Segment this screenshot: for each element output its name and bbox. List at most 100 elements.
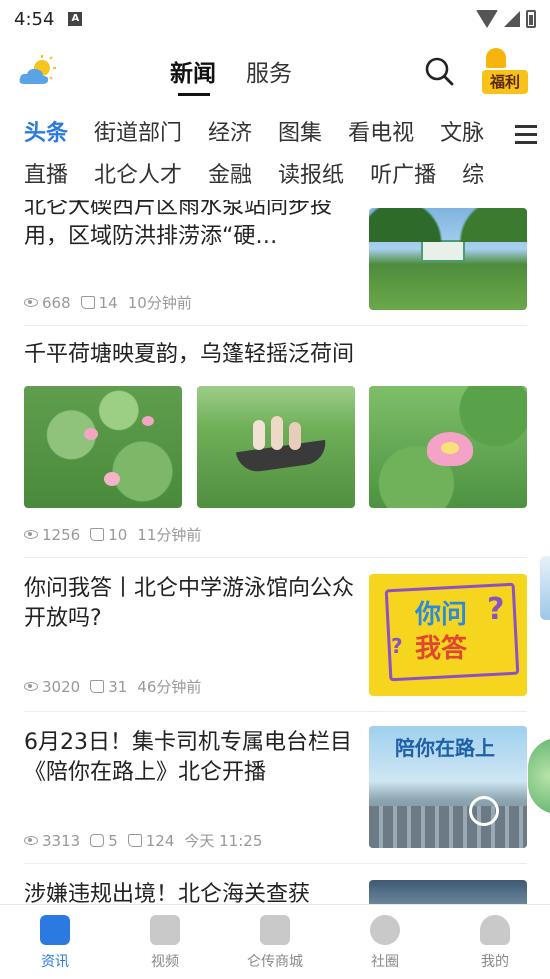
app-header: 新闻 服务 福利: [0, 44, 550, 100]
gift-bag-icon: [486, 48, 506, 68]
news-item[interactable]: 涉嫌违规出境！北仑海关查获: [24, 864, 527, 904]
battery-icon: [526, 10, 536, 28]
nav-video[interactable]: 视频: [110, 905, 220, 979]
wifi-icon: [476, 10, 498, 28]
category-tab[interactable]: 北仑人才: [94, 156, 182, 198]
nav-mall[interactable]: 仑传商城: [220, 905, 330, 979]
search-icon[interactable]: [424, 56, 454, 86]
notification-a-icon: A: [68, 12, 83, 26]
like-icon[interactable]: [127, 834, 142, 847]
category-tab[interactable]: 金融: [208, 156, 252, 198]
top-tabs: 新闻 服务: [170, 54, 292, 96]
news-thumbnail[interactable]: 陪你在路上: [369, 726, 527, 848]
image-text: 你问: [415, 600, 468, 630]
nav-label: 社圈: [371, 954, 399, 970]
like-count: 124: [145, 831, 175, 850]
nav-label: 视频: [151, 954, 179, 970]
status-bar: 4:54 A: [0, 0, 550, 38]
like-icon[interactable]: [90, 528, 105, 541]
news-item[interactable]: 你问我答丨北仑中学游泳馆向公众开放吗? 你问 ? ? 我答 3020 31 46…: [24, 558, 527, 712]
news-item[interactable]: 6月23日！集卡司机专属电台栏目《陪你在路上》北仑开播 陪你在路上 3313 5…: [24, 712, 527, 864]
news-thumbnail[interactable]: [369, 208, 527, 310]
category-tab[interactable]: 直播: [24, 156, 68, 198]
views-icon: [24, 836, 38, 845]
welfare-label: 福利: [482, 70, 528, 94]
like-count: 14: [98, 293, 118, 312]
like-count: 31: [108, 677, 128, 696]
news-title[interactable]: 6月23日！集卡司机专属电台栏目《陪你在路上》北仑开播: [24, 728, 354, 788]
news-meta: 3313 5 124 今天 11:25: [24, 830, 262, 851]
nav-news[interactable]: 资讯: [0, 905, 110, 979]
publish-time: 今天 11:25: [184, 832, 263, 850]
image-text: ?: [487, 592, 505, 627]
news-item[interactable]: 千平荷塘映夏韵，乌篷轻摇泛荷间 1256 10 11分钟前: [24, 326, 527, 558]
menu-icon-bar: [515, 124, 537, 128]
news-meta: 668 14 10分钟前: [24, 292, 192, 313]
publish-time: 46分钟前: [137, 678, 202, 696]
nav-community[interactable]: 社圈: [330, 905, 440, 979]
nav-label: 我的: [481, 954, 509, 970]
community-icon: [370, 915, 400, 945]
view-count: 668: [42, 293, 71, 312]
like-count: 10: [108, 525, 128, 544]
nav-label: 仑传商城: [247, 954, 303, 970]
news-thumbnail[interactable]: [369, 880, 527, 904]
nav-profile[interactable]: 我的: [440, 905, 550, 979]
comment-count: 5: [108, 831, 118, 850]
like-icon[interactable]: [90, 680, 105, 693]
news-feed[interactable]: 北仑大碶西片区雨水泵站同步投用，区域防洪排涝添“硬… 668 14 10分钟前 …: [0, 200, 550, 904]
category-tab[interactable]: 图集: [278, 114, 322, 156]
bottom-nav: 资讯 视频 仑传商城 社圈 我的: [0, 904, 550, 979]
status-time: 4:54: [14, 8, 55, 30]
gallery-image[interactable]: [369, 386, 527, 508]
category-tab[interactable]: 听广播: [370, 156, 436, 198]
floating-widget[interactable]: [540, 556, 550, 620]
news-title[interactable]: 北仑大碶西片区雨水泵站同步投用，区域防洪排涝添“硬…: [24, 200, 354, 252]
category-tab[interactable]: 头条: [24, 114, 68, 156]
signal-icon: [504, 11, 520, 27]
view-count: 3313: [42, 831, 81, 850]
views-icon: [24, 530, 38, 539]
video-icon: [150, 915, 180, 945]
image-text: ?: [391, 634, 403, 658]
news-title[interactable]: 涉嫌违规出境！北仑海关查获: [24, 880, 354, 904]
news-item[interactable]: 北仑大碶西片区雨水泵站同步投用，区域防洪排涝添“硬… 668 14 10分钟前: [24, 200, 527, 326]
news-thumbnail[interactable]: 你问 ? ? 我答: [369, 574, 527, 696]
publish-time: 11分钟前: [137, 526, 202, 544]
menu-icon-bar: [515, 132, 537, 136]
tab-news[interactable]: 新闻: [170, 54, 216, 96]
menu-icon-bar: [515, 140, 537, 144]
tab-services[interactable]: 服务: [246, 54, 292, 94]
news-title[interactable]: 你问我答丨北仑中学游泳馆向公众开放吗?: [24, 574, 354, 634]
category-row-2: 直播 北仑人才 金融 读报纸 听广播 综: [24, 156, 510, 198]
category-tab[interactable]: 经济: [208, 114, 252, 156]
category-menu-button[interactable]: [502, 112, 550, 156]
views-icon: [24, 682, 38, 691]
news-title[interactable]: 千平荷塘映夏韵，乌篷轻摇泛荷间: [24, 340, 527, 370]
gallery-image[interactable]: [197, 386, 355, 508]
shopping-bag-icon: [260, 915, 290, 945]
news-meta: 3020 31 46分钟前: [24, 676, 201, 697]
like-icon[interactable]: [80, 296, 95, 309]
views-icon: [24, 298, 38, 307]
category-tabs: 头条 街道部门 经济 图集 看电视 文脉 直播 北仑人才 金融 读报纸 听广播 …: [0, 112, 550, 200]
category-tab[interactable]: 文脉: [440, 114, 484, 156]
category-tab[interactable]: 街道部门: [94, 114, 182, 156]
category-tab[interactable]: 综: [462, 156, 484, 198]
welfare-button[interactable]: 福利: [480, 48, 530, 94]
weather-icon[interactable]: [18, 54, 58, 88]
news-icon: [40, 915, 70, 945]
news-meta: 1256 10 11分钟前: [24, 524, 201, 545]
nav-label: 资讯: [41, 954, 69, 970]
tabs-fade: [490, 158, 550, 200]
profile-icon: [480, 915, 510, 945]
gallery-image[interactable]: [24, 386, 182, 508]
category-tab[interactable]: 看电视: [348, 114, 414, 156]
category-row-1: 头条 街道部门 经济 图集 看电视 文脉: [24, 114, 510, 156]
category-tab[interactable]: 读报纸: [278, 156, 344, 198]
comment-icon[interactable]: [90, 834, 105, 847]
image-text: 陪你在路上: [395, 736, 495, 760]
view-count: 3020: [42, 677, 81, 696]
view-count: 1256: [42, 525, 81, 544]
publish-time: 10分钟前: [127, 294, 192, 312]
